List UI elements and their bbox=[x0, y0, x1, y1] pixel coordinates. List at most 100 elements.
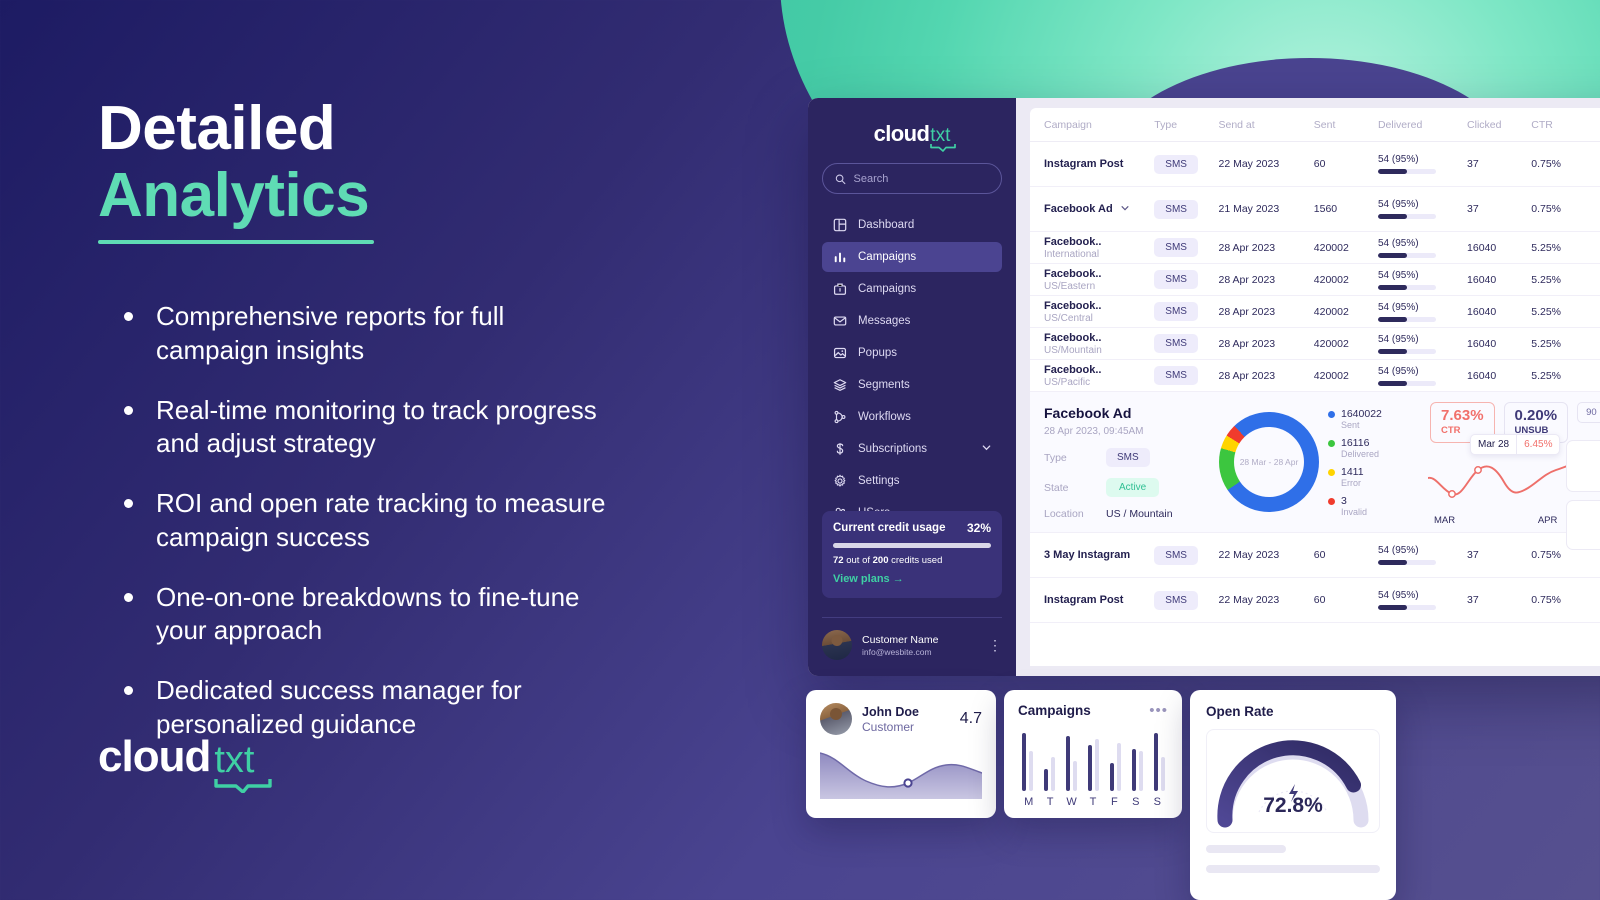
sidebar-item-dashboard[interactable]: Dashboard bbox=[822, 210, 1002, 240]
dollar-icon bbox=[832, 442, 847, 457]
legend-item-error: 1411 Error bbox=[1328, 466, 1424, 488]
avatar bbox=[820, 703, 852, 735]
sidebar-item-campaigns-analytics[interactable]: Campaigns bbox=[822, 242, 1002, 272]
column-header-send-at[interactable]: Send at bbox=[1218, 108, 1314, 142]
chevron-down-icon[interactable] bbox=[981, 442, 992, 456]
detail-type-row: Type SMS bbox=[1044, 448, 1210, 467]
campaign-name: Facebook.. bbox=[1044, 267, 1102, 280]
column-header-campaign[interactable]: Campaign bbox=[1030, 108, 1155, 142]
detail-info: Facebook Ad 28 Apr 2023, 09:45AM Type SM… bbox=[1030, 392, 1210, 532]
clicked-cell: 16040 bbox=[1467, 263, 1532, 296]
bar-scheduled bbox=[1116, 743, 1121, 791]
sidebar-item-workflows[interactable]: Workflows bbox=[822, 402, 1002, 432]
credit-usage-card: Current credit usage 32% 72 out of 200 c… bbox=[822, 511, 1002, 598]
sidebar-item-subscriptions[interactable]: Subscriptions bbox=[822, 434, 1002, 464]
briefcase-icon bbox=[832, 282, 847, 297]
campaigns-card-header: Campaigns ••• bbox=[1018, 703, 1168, 719]
campaign-detail-row: Facebook Ad 28 Apr 2023, 09:45AM Type SM… bbox=[1030, 391, 1600, 533]
dashboard-window: cloud txt Dashboard bbox=[808, 98, 1600, 676]
column-header-type[interactable]: Type bbox=[1154, 108, 1219, 142]
main-content: Campaign Type Send at Sent Delivered Cli… bbox=[1016, 98, 1600, 676]
sidebar-item-segments[interactable]: Segments bbox=[822, 370, 1002, 400]
table-row[interactable]: Instagram Post SMS 22 May 2023 60 54 (95… bbox=[1030, 141, 1600, 187]
column-header-delivered[interactable]: Delivered bbox=[1377, 108, 1468, 142]
send-at-cell: 22 May 2023 bbox=[1218, 577, 1314, 623]
search-box[interactable] bbox=[822, 163, 1002, 194]
customer-card: John Doe Customer 4.7 bbox=[806, 690, 996, 818]
sidebar-item-label: Popups bbox=[858, 347, 898, 359]
table-header-row: Campaign Type Send at Sent Delivered Cli… bbox=[1030, 108, 1600, 142]
campaigns-bar-card: Campaigns ••• M T W T F S S bbox=[1004, 690, 1182, 818]
campaigns-day-labels: M T W T F S S bbox=[1018, 796, 1168, 808]
type-badge: SMS bbox=[1154, 154, 1198, 174]
bar-sent bbox=[1109, 763, 1114, 791]
delivered-cell: 54 (95%) bbox=[1377, 199, 1419, 210]
table-body: Instagram Post SMS 22 May 2023 60 54 (95… bbox=[1030, 141, 1600, 623]
table-row[interactable]: Facebook.. International SMS 28 Apr 2023… bbox=[1030, 231, 1600, 264]
bar-group bbox=[1084, 739, 1102, 791]
legend-label-invalid: Invalid bbox=[1341, 507, 1368, 517]
sidebar-item-label: Campaigns bbox=[858, 283, 917, 295]
delivered-progress-bar bbox=[1377, 605, 1436, 610]
day-label: T bbox=[1089, 796, 1097, 808]
bar-group bbox=[1040, 757, 1058, 791]
list-item: ROI and open rate tracking to measure ca… bbox=[98, 487, 618, 555]
column-header-ctr[interactable]: CTR bbox=[1531, 108, 1600, 142]
more-options-icon[interactable]: ••• bbox=[1149, 703, 1168, 718]
sent-cell: 420002 bbox=[1313, 231, 1378, 264]
detail-location-row: Location US / Mountain bbox=[1044, 508, 1210, 520]
donut-legend: 1640022 Sent 16116 Delivered 1411 Error … bbox=[1328, 392, 1424, 532]
open-rate-gauge: 72.8% bbox=[1206, 729, 1380, 833]
sidebar-user-row[interactable]: Customer Name info@wesbite.com ⋮ bbox=[822, 617, 1002, 660]
table-row[interactable]: Facebook Ad SMS 21 May 2023 1560 54 (95%… bbox=[1030, 186, 1600, 232]
sidebar-item-campaigns[interactable]: Campaigns bbox=[822, 274, 1002, 304]
table-row[interactable]: Facebook.. US/Eastern SMS 28 Apr 2023 42… bbox=[1030, 263, 1600, 296]
ctr-cell: 5.25% bbox=[1531, 327, 1600, 360]
clicked-cell: 16040 bbox=[1467, 231, 1532, 264]
clicked-cell: 16040 bbox=[1467, 295, 1532, 328]
view-plans-link[interactable]: View plans → bbox=[833, 573, 904, 585]
campaign-name: Facebook.. bbox=[1044, 331, 1102, 344]
bar-group bbox=[1106, 743, 1124, 791]
status-badge: Active bbox=[1106, 478, 1160, 497]
date-range-selector[interactable]: 90 Days bbox=[1577, 402, 1600, 423]
detail-type-label: Type bbox=[1044, 451, 1067, 464]
table-row[interactable]: Instagram Post SMS 22 May 2023 60 54 (95… bbox=[1030, 577, 1600, 623]
sent-cell: 1560 bbox=[1313, 186, 1378, 232]
campaign-name: 3 May Instagram bbox=[1044, 549, 1131, 561]
table-row[interactable]: Facebook.. US/Pacific SMS 28 Apr 2023 42… bbox=[1030, 359, 1600, 392]
bar-scheduled bbox=[1050, 757, 1055, 791]
table-row[interactable]: 3 May Instagram SMS 22 May 2023 60 54 (9… bbox=[1030, 532, 1600, 578]
column-header-clicked[interactable]: Clicked bbox=[1467, 108, 1532, 142]
chevron-down-icon[interactable] bbox=[1120, 203, 1130, 216]
delivered-cell: 54 (95%) bbox=[1377, 365, 1419, 377]
legend-label-sent: Sent bbox=[1341, 420, 1360, 430]
sidebar-item-settings[interactable]: Settings bbox=[822, 466, 1002, 496]
delivered-progress-bar bbox=[1377, 348, 1436, 354]
list-item: Real-time monitoring to track progress a… bbox=[98, 394, 618, 462]
legend-dot-delivered bbox=[1328, 439, 1335, 447]
type-badge: SMS bbox=[1154, 199, 1198, 219]
edge-metric-card-top bbox=[1566, 440, 1600, 492]
sidebar-item-label: Dashboard bbox=[858, 219, 915, 231]
table-row[interactable]: Facebook.. US/Mountain SMS 28 Apr 2023 4… bbox=[1030, 327, 1600, 360]
bar-group bbox=[1128, 749, 1146, 791]
legend-item-sent: 1640022 Sent bbox=[1328, 408, 1424, 430]
detail-type-badge: SMS bbox=[1106, 448, 1150, 467]
user-menu-kebab-icon[interactable]: ⋮ bbox=[988, 638, 1002, 652]
table-row[interactable]: Facebook.. US/Central SMS 28 Apr 2023 42… bbox=[1030, 295, 1600, 328]
search-input[interactable] bbox=[853, 172, 989, 185]
sidebar-item-popups[interactable]: Popups bbox=[822, 338, 1002, 368]
credit-used-count: 72 bbox=[833, 555, 844, 566]
type-badge: SMS bbox=[1154, 545, 1198, 565]
sidebar-item-messages[interactable]: Messages bbox=[822, 306, 1002, 336]
legend-label-error: Error bbox=[1341, 478, 1361, 488]
column-header-sent[interactable]: Sent bbox=[1313, 108, 1378, 142]
type-badge: SMS bbox=[1154, 334, 1198, 353]
delivered-progress-bar bbox=[1377, 214, 1436, 219]
send-at-cell: 21 May 2023 bbox=[1218, 186, 1314, 232]
sidebar-logo[interactable]: cloud txt bbox=[822, 123, 1002, 152]
legend-value-invalid: 3 bbox=[1341, 495, 1347, 507]
bar-chart-icon bbox=[832, 250, 847, 265]
delivered-cell: 54 (95%) bbox=[1377, 237, 1419, 249]
